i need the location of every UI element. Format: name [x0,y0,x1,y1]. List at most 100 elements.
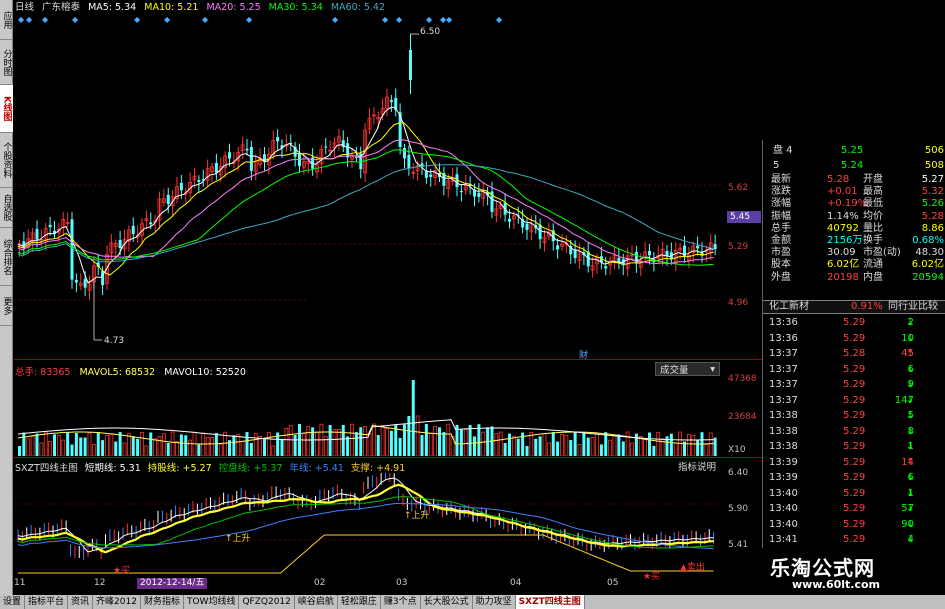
arrow-down-icon: ↓ [906,363,915,375]
indicator-chart[interactable] [14,473,724,577]
volume-bar [481,431,486,456]
volume-bar [53,434,56,456]
arrow-down-icon: ↓ [906,425,915,437]
volume-chart[interactable] [14,378,724,456]
tab-intraday[interactable]: 分时图 [0,40,13,85]
tick-cell: 13:38 [769,410,798,421]
quote-cell: 20594 [912,271,944,283]
bottom-tab[interactable]: 指标平台 [25,595,69,609]
volume-bar [79,437,83,456]
volume-bar [713,437,717,456]
bottom-tab[interactable]: 长大股公式 [421,595,473,609]
quote-cell: 6.02亿 [827,259,860,271]
tab-kline[interactable]: K线图 [0,85,13,133]
volume-bar [525,445,529,456]
buy-signal: ★买 [113,566,131,576]
volume-indicator-select[interactable]: 成交量 ▾ [655,362,720,376]
volume-bar [599,444,603,456]
volume-bar [43,431,48,456]
candle-body [324,146,328,148]
industry-cell: 0.91% [851,301,883,312]
tick-cell: 5.29 [843,425,866,437]
bottom-tab[interactable]: SXZT四线主图 [515,595,585,609]
quote-cell: 金额 [771,235,791,246]
tick-cell: 13:37 [769,363,798,375]
tick-cell: 13:38 [769,441,798,452]
tab-more[interactable]: 更多 [0,286,13,326]
candle-body [429,174,433,177]
tab-apps[interactable]: 应用 [0,0,13,40]
price-tick: 5.29 [728,242,749,252]
volume-bar [516,438,520,456]
candle-body [648,250,651,256]
quote-cell: 流通 [863,259,883,271]
indicator-help-button[interactable]: 指标说明 [678,459,722,473]
volume-bar [91,444,96,456]
volume-bar [263,438,266,456]
volume-bar [70,444,74,456]
volume-bar [74,432,78,456]
signal-diamond-icon: ◆ [42,15,49,24]
mavol5-label: MAVOL5: 68532 [79,367,156,378]
volume-bar [245,432,249,456]
candle-body [276,137,280,142]
tick-cell: 5.29 [843,518,866,530]
volume-bar [101,440,105,456]
quote-cell: 开盘 [863,174,883,185]
indicator-tick: 6.40 [728,468,749,478]
volume-bar [363,426,368,456]
bottom-tab[interactable]: 赚3个点 [381,595,421,609]
candle-body [74,279,78,283]
tab-ranking[interactable]: 综合排名 [0,228,13,286]
candle-body [118,239,122,249]
bottom-tab[interactable]: TOW均线线 [184,595,240,609]
candle-body [604,266,608,269]
quote-cell: 5.28 [921,210,944,222]
quote-cell: +0.19% [827,198,868,210]
tab-stock-info[interactable]: 个股资料 [0,133,13,188]
tab-watchlist[interactable]: 自选股 [0,188,13,228]
bottom-tab[interactable]: 设置 [0,595,26,609]
bottom-tab[interactable]: 齐峰2012 [93,595,141,609]
volume-bar [188,439,193,456]
quote-cell: 30.09 [827,247,856,259]
signal-diamond-icon: ◆ [382,15,389,24]
bottom-tab[interactable]: 财务指标 [141,595,184,609]
volume-bar [232,435,236,456]
candle-body [346,143,350,158]
volume-bar [39,442,44,456]
volume-bar [621,441,625,456]
ma5-label: MA5: 5.34 [88,2,137,13]
signal-diamond-icon: ◆ [134,15,141,24]
quote-cell: 48.30 [915,247,944,259]
candle-body [424,171,428,178]
volume-bar [66,432,70,456]
volume-bar [652,445,656,456]
volume-bar [420,434,424,456]
quote-cell: 涨幅 [771,198,791,210]
volume-bar [586,437,590,456]
volume-bar [301,433,306,456]
volume-bar [144,445,149,456]
signal-diamond-icon: ◆ [72,15,79,24]
quote-cell: 最低 [863,198,883,210]
bottom-tab[interactable]: 峡谷启航 [295,595,338,609]
mavol10-label: MAVOL10: 52520 [164,367,246,378]
bottom-tab[interactable]: 轻松跟庄 [338,595,381,609]
bottom-tab[interactable]: 资讯 [68,595,94,609]
industry-row[interactable]: 化工新材 0.91% 同行业比较 [763,300,945,314]
tick-cell: 13:40 [769,503,798,514]
arrow-down-icon: ↓ [906,410,915,421]
tick-cell: 13:40 [769,487,798,499]
tick-row: 13:40 5.29 1 ↓ [763,488,945,500]
candle-body [525,223,529,230]
volume-bar [403,424,406,456]
bottom-tab[interactable]: QFZQ2012 [239,595,295,609]
chart-header: 日线 广东榕泰 MA5: 5.34 MA10: 5.21 MA20: 5.25 … [15,2,390,14]
volume-bar [26,438,31,456]
indicator-header: SXZT四线主图 短期线: 5.31 持股线: +5.27 控盘线: +5.37… [15,460,409,474]
tick-cell: 5.29 [843,441,866,452]
volume-bar [511,436,516,456]
bottom-tab[interactable]: 助力攻坚 [473,595,516,609]
quote-cell: 508 [924,160,944,171]
